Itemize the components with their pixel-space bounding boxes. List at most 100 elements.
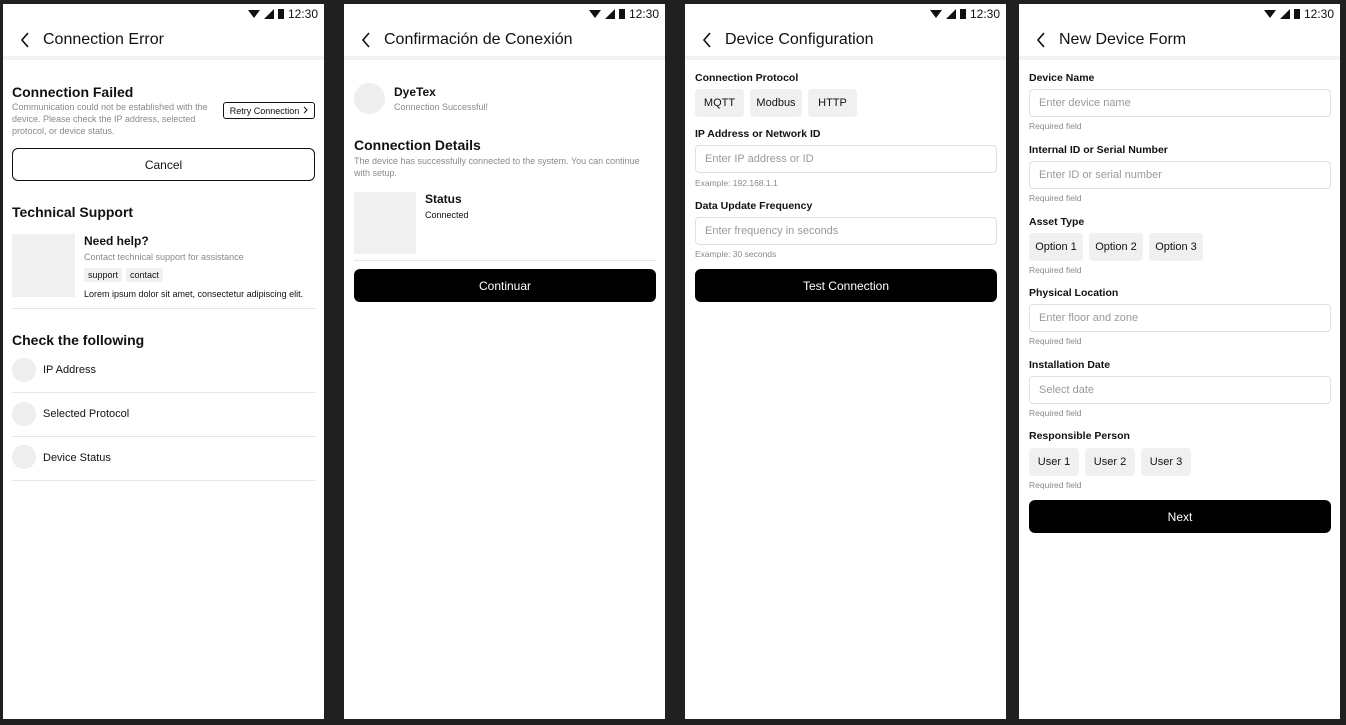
support-body-text: Lorem ipsum dolor sit amet, consectetur … <box>84 289 304 299</box>
wifi-icon <box>1263 9 1276 19</box>
location-input[interactable]: Enter floor and zone <box>1029 304 1331 332</box>
status-label: Status <box>425 192 462 206</box>
back-arrow-icon[interactable] <box>1029 28 1053 52</box>
serial-placeholder: Enter ID or serial number <box>1039 169 1162 181</box>
required-hint: Required field <box>1029 193 1082 203</box>
user-1-chip[interactable]: User 1 <box>1029 448 1079 476</box>
tag-support[interactable]: support <box>84 268 123 282</box>
required-hint: Required field <box>1029 408 1082 418</box>
back-arrow-icon[interactable] <box>13 28 37 52</box>
status-time: 12:30 <box>628 7 659 21</box>
ip-address-input[interactable]: Enter IP address or ID <box>695 145 997 173</box>
required-hint: Required field <box>1029 121 1082 131</box>
battery-icon <box>1293 9 1300 19</box>
signal-icon <box>1279 9 1290 19</box>
list-item-icon <box>12 445 36 469</box>
status-bar: 12:30 <box>3 4 324 24</box>
location-label: Physical Location <box>1029 287 1119 299</box>
asset-option-3-chip[interactable]: Option 3 <box>1149 233 1203 261</box>
serial-label: Internal ID or Serial Number <box>1029 144 1168 156</box>
app-bar: Confirmación de Conexión <box>344 24 665 60</box>
asset-option-2-chip[interactable]: Option 2 <box>1089 233 1143 261</box>
frequency-hint: Example: 30 seconds <box>695 249 777 259</box>
divider <box>12 308 315 309</box>
list-item[interactable]: IP Address <box>12 358 315 402</box>
signal-icon <box>263 9 274 19</box>
divider <box>354 260 656 261</box>
status-time: 12:30 <box>1303 7 1334 21</box>
status-time: 12:30 <box>969 7 1000 21</box>
asset-type-label: Asset Type <box>1029 216 1085 228</box>
required-hint: Required field <box>1029 480 1082 490</box>
user-2-chip[interactable]: User 2 <box>1085 448 1135 476</box>
back-arrow-icon[interactable] <box>354 28 378 52</box>
device-avatar <box>354 83 385 114</box>
wifi-icon <box>929 9 942 19</box>
tag-contact[interactable]: contact <box>126 268 164 282</box>
battery-icon <box>277 9 284 19</box>
asset-option-1-chip[interactable]: Option 1 <box>1029 233 1083 261</box>
required-hint: Required field <box>1029 336 1082 346</box>
asset-type-chip-group: Option 1 Option 2 Option 3 <box>1029 233 1203 261</box>
divider <box>12 480 315 481</box>
status-bar: 12:30 <box>344 4 665 24</box>
list-item-label: Device Status <box>43 452 111 464</box>
responsible-person-label: Responsible Person <box>1029 430 1130 442</box>
frequency-label: Data Update Frequency <box>695 200 813 212</box>
help-title: Need help? <box>84 234 149 248</box>
protocol-label: Connection Protocol <box>695 72 799 84</box>
frequency-input[interactable]: Enter frequency in seconds <box>695 217 997 245</box>
installation-date-input[interactable]: Select date <box>1029 376 1331 404</box>
divider <box>12 436 315 437</box>
status-bar: 12:30 <box>1019 4 1340 24</box>
list-item[interactable]: Device Status <box>12 445 315 489</box>
test-connection-label: Test Connection <box>802 278 890 293</box>
retry-connection-button[interactable]: Retry Connection <box>223 102 315 119</box>
ip-address-placeholder: Enter IP address or ID <box>705 153 814 165</box>
check-title: Check the following <box>12 332 145 348</box>
battery-icon <box>959 9 966 19</box>
status-image-placeholder <box>354 192 416 254</box>
details-title: Connection Details <box>354 137 481 153</box>
protocol-chip-http[interactable]: HTTP <box>808 89 857 117</box>
continue-button[interactable]: Continuar <box>354 269 656 302</box>
support-image-placeholder <box>12 234 75 297</box>
back-arrow-icon[interactable] <box>695 28 719 52</box>
cancel-label: Cancel <box>144 157 183 172</box>
device-name-placeholder: Enter device name <box>1039 97 1131 109</box>
list-item-icon <box>12 402 36 426</box>
app-bar: New Device Form <box>1019 24 1340 60</box>
next-label: Next <box>1167 509 1193 524</box>
status-value: Connected <box>425 210 469 220</box>
page-title: New Device Form <box>1059 31 1187 48</box>
screen-connection-error: 12:30 Connection Error Connection Failed… <box>3 4 324 719</box>
serial-input[interactable]: Enter ID or serial number <box>1029 161 1331 189</box>
screen-connection-confirmation: 12:30 Confirmación de Conexión DyeTex Co… <box>344 4 665 719</box>
ip-hint: Example: 192.168.1.1 <box>695 178 778 188</box>
status-bar: 12:30 <box>685 4 1006 24</box>
status-time: 12:30 <box>287 7 318 21</box>
protocol-chip-modbus[interactable]: Modbus <box>750 89 802 117</box>
details-description: The device has successfully connected to… <box>354 156 640 178</box>
device-name-label: Device Name <box>1029 72 1095 84</box>
device-connection-status: Connection Successful! <box>394 102 489 112</box>
list-item[interactable]: Selected Protocol <box>12 402 315 446</box>
user-3-chip[interactable]: User 3 <box>1141 448 1191 476</box>
page-title: Connection Error <box>43 31 164 48</box>
installation-date-placeholder: Select date <box>1039 384 1095 396</box>
device-name-input[interactable]: Enter device name <box>1029 89 1331 117</box>
list-item-label: IP Address <box>43 364 96 376</box>
chevron-right-icon <box>303 106 308 116</box>
page-title: Device Configuration <box>725 31 874 48</box>
cancel-button[interactable]: Cancel <box>12 148 315 181</box>
next-button[interactable]: Next <box>1029 500 1331 533</box>
protocol-chip-mqtt[interactable]: MQTT <box>695 89 744 117</box>
signal-icon <box>604 9 615 19</box>
wifi-icon <box>247 9 260 19</box>
signal-icon <box>945 9 956 19</box>
test-connection-button[interactable]: Test Connection <box>695 269 997 302</box>
location-placeholder: Enter floor and zone <box>1039 312 1139 324</box>
tag-list: support contact <box>84 268 164 282</box>
retry-connection-label: Retry Connection <box>229 105 300 116</box>
wifi-icon <box>588 9 601 19</box>
